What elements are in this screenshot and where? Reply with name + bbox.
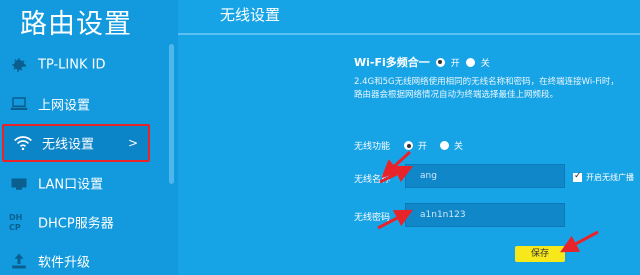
sidebar-item-upgrade[interactable]: 软件升级 [0, 242, 160, 275]
title-divider [178, 33, 640, 35]
sidebar-item-lan[interactable]: LAN口设置 [0, 164, 160, 202]
broadcast-label: 开启无线广播 [586, 173, 634, 182]
sidebar-item-label: TP-LINK ID [38, 57, 106, 73]
wifi-combine-description: 2.4G和5G无线网络使用相同的无线名称和密码，在终端连接Wi-Fi时，路由器会… [354, 77, 619, 100]
save-button[interactable]: 保存 [515, 246, 565, 262]
sidebar-item-tplink-id[interactable]: TP-LINK ID [0, 46, 160, 84]
sidebar-item-internet[interactable]: 上网设置 [0, 85, 160, 123]
broadcast-setting: 开启无线广播 [573, 171, 634, 183]
sidebar-item-label: DHCP服务器 [38, 216, 114, 232]
wireless-off-label: 关 [454, 142, 464, 152]
broadcast-checkbox[interactable] [573, 171, 582, 182]
sidebar-item-label: 上网设置 [38, 98, 91, 114]
sidebar-item-label: LAN口设置 [38, 177, 104, 193]
upgrade-icon [8, 250, 30, 272]
wifi-combine-off-radio[interactable] [465, 57, 475, 67]
lan-port-icon [8, 172, 30, 194]
page-title: 无线设置 [220, 6, 281, 24]
sidebar: 路由设置 TP-LINK ID 上网设置 无线设置 > LAN口设置 DH CP … [0, 0, 178, 275]
wireless-on-label: 开 [418, 142, 428, 152]
sidebar-item-wireless[interactable]: 无线设置 > [2, 124, 150, 162]
wifi-combine-on-label: 开 [450, 58, 460, 69]
sidebar-item-label: 无线设置 [42, 137, 95, 153]
password-input[interactable]: a1n1n123 [405, 203, 565, 227]
dhcp-icon: DH CP [8, 211, 30, 233]
wireless-function-radios: 开 关 [404, 139, 463, 152]
app-title: 路由设置 [20, 9, 132, 40]
wifi-combine-off-label: 关 [480, 58, 490, 69]
gear-icon [8, 54, 30, 76]
sidebar-scrollbar[interactable] [169, 44, 174, 184]
wireless-on-radio[interactable] [404, 141, 413, 150]
wifi-icon [12, 132, 34, 154]
svg-text:DH: DH [9, 213, 22, 222]
wireless-function-label: 无线功能 [354, 142, 391, 152]
svg-text:CP: CP [9, 223, 21, 232]
arrow-to-save [560, 230, 599, 253]
ssid-input[interactable]: ang [405, 164, 565, 188]
sidebar-item-label: 软件升级 [38, 255, 91, 271]
wifi-combine-label: Wi-Fi多频合一 [354, 56, 430, 69]
password-label: 无线密码 [354, 213, 391, 223]
sidebar-item-dhcp[interactable]: DH CP DHCP服务器 [0, 203, 160, 241]
wireless-off-radio[interactable] [440, 141, 450, 150]
wifi-combine-on-radio[interactable] [435, 57, 445, 67]
laptop-icon [8, 93, 30, 115]
wifi-combine-setting: Wi-Fi多频合一 开 关 [354, 54, 490, 70]
ssid-label: 无线名称 [354, 175, 391, 185]
chevron-right-icon: > [127, 136, 138, 150]
